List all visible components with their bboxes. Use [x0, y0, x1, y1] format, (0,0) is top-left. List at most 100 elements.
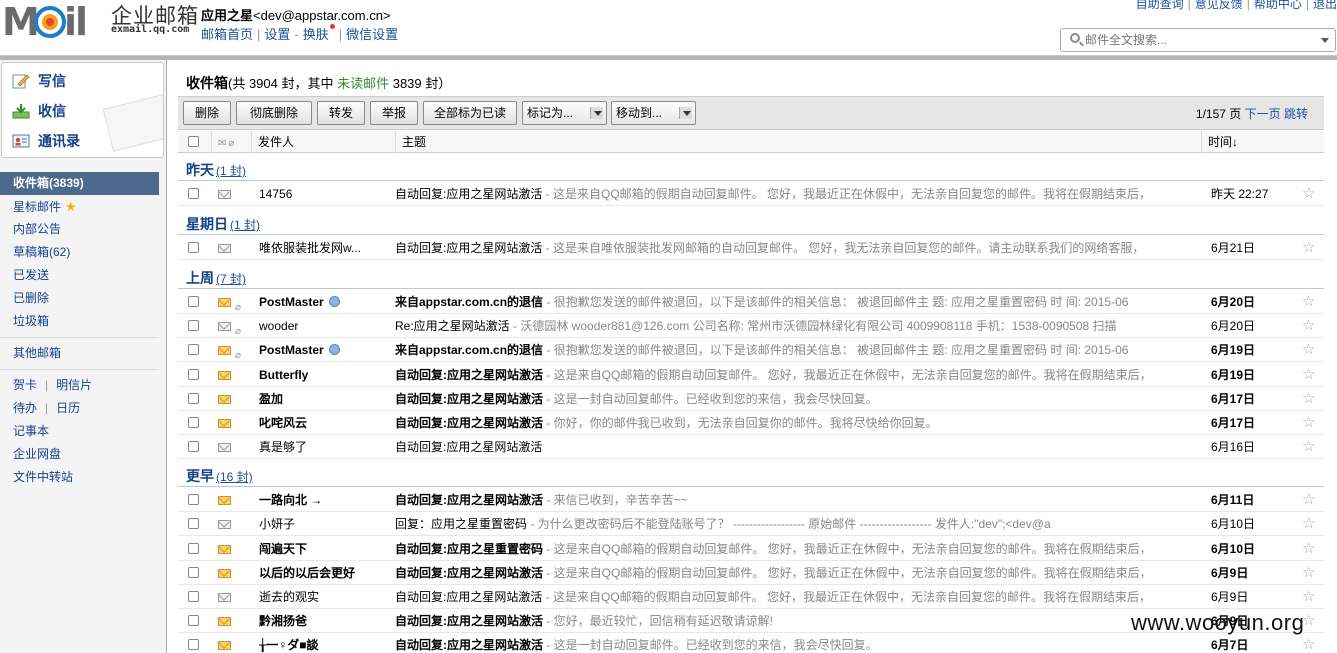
sender[interactable]: 盈加	[259, 387, 389, 411]
sender[interactable]: ╁一♀ダ■談	[259, 633, 389, 653]
link-feedback[interactable]: 意见反馈	[1195, 0, 1243, 11]
sender[interactable]: wooder	[259, 314, 389, 338]
row-checkbox[interactable]	[188, 320, 199, 331]
mail-row[interactable]: ⌀ PostMaster 来自appstar.com.cn的退信 - 很抱歉您发送的…	[178, 290, 1324, 314]
delete-button[interactable]: 删除	[183, 101, 231, 125]
sender[interactable]: 小妍子	[259, 512, 389, 536]
folder-sent[interactable]: 已发送	[0, 264, 166, 287]
star-icon[interactable]: ☆	[1302, 512, 1315, 536]
subject[interactable]: 自动回复:应用之星网站激活 - 来信已收到，辛苦辛苦~~	[395, 488, 1173, 512]
link-logout[interactable]: 退出	[1313, 0, 1337, 11]
search-input[interactable]	[1085, 32, 1315, 48]
folder-drafts[interactable]: 草稿箱(62)	[0, 241, 166, 264]
folder-deleted[interactable]: 已删除	[0, 287, 166, 310]
star-icon[interactable]: ☆	[1302, 411, 1315, 435]
folder-inbox[interactable]: 收件箱(3839)	[0, 172, 159, 195]
nav-settings[interactable]: 设置	[264, 27, 290, 42]
sender[interactable]: 唯依服装批发网w...	[259, 236, 389, 260]
tool-transfer[interactable]: 文件中转站	[0, 466, 166, 489]
sender[interactable]: 以后的以后会更好	[259, 561, 389, 585]
subject[interactable]: 自动回复:应用之星网站激活 - 你好，你的邮件我已收到，无法亲自回复你的邮件。我…	[395, 411, 1173, 435]
folder-notice[interactable]: 内部公告	[0, 218, 166, 241]
row-checkbox[interactable]	[188, 591, 199, 602]
mail-row[interactable]: ╁一♀ダ■談 自动回复:应用之星网站激活 - 这是一封自动回复邮件。已经收到您的来…	[178, 633, 1324, 653]
row-checkbox[interactable]	[188, 494, 199, 505]
header-time[interactable]: 时间↓	[1201, 131, 1324, 153]
header-subject[interactable]: 主题	[395, 131, 1201, 153]
subject[interactable]: 回复：应用之星重置密码 - 为什么更改密码后不能登陆账号了？ ---------…	[395, 512, 1173, 536]
star-icon[interactable]: ☆	[1302, 236, 1315, 260]
mail-row[interactable]: 叱咤风云 自动回复:应用之星网站激活 - 你好，你的邮件我已收到，无法亲自回复你的…	[178, 411, 1324, 435]
tool-calendar[interactable]: 日历	[56, 401, 80, 415]
sender[interactable]: 叱咤风云	[259, 411, 389, 435]
mark-as-select[interactable]: 标记为...	[522, 101, 607, 125]
subject[interactable]: 自动回复:应用之星网站激活 - 这是来自QQ邮箱的假期自动回复邮件。 您好，我最…	[395, 585, 1173, 609]
mail-row[interactable]: 真是够了 自动回复:应用之星网站激活 6月16日 ☆	[178, 435, 1324, 459]
star-icon[interactable]: ☆	[1302, 537, 1315, 561]
report-button[interactable]: 举报	[370, 101, 418, 125]
group-count-link[interactable]: (1 封)	[216, 164, 246, 178]
subject[interactable]: 自动回复:应用之星网站激活 - 这是一封自动回复邮件。已经收到您的来信，我会尽快…	[395, 633, 1173, 653]
sender[interactable]: 闯遍天下	[259, 537, 389, 561]
subject[interactable]: 自动回复:应用之星网站激活	[395, 435, 1173, 459]
mail-row[interactable]: 以后的以后会更好 自动回复:应用之星网站激活 - 这是来自QQ邮箱的假期自动回复邮…	[178, 561, 1324, 585]
mail-row[interactable]: 14756 自动回复:应用之星网站激活 - 这是来自QQ邮箱的假期自动回复邮件。 …	[178, 182, 1324, 206]
subject[interactable]: 自动回复:应用之星重置密码 - 这是来自QQ邮箱的假期自动回复邮件。 您好，我最…	[395, 537, 1173, 561]
subject[interactable]: 来自appstar.com.cn的退信 - 很抱歉您发送的邮件被退回，以下是该邮…	[395, 338, 1173, 362]
perm-delete-button[interactable]: 彻底删除	[236, 101, 312, 125]
star-icon[interactable]: ☆	[1302, 633, 1315, 653]
folder-spam[interactable]: 垃圾箱	[0, 310, 166, 333]
subject[interactable]: 来自appstar.com.cn的退信 - 很抱歉您发送的邮件被退回，以下是该邮…	[395, 290, 1173, 314]
row-checkbox[interactable]	[188, 242, 199, 253]
star-icon[interactable]: ☆	[1302, 488, 1315, 512]
nav-wechat-settings[interactable]: 微信设置	[346, 27, 398, 42]
row-checkbox[interactable]	[188, 615, 199, 626]
scrollbar[interactable]	[1327, 60, 1337, 653]
folder-other[interactable]: 其他邮箱	[0, 342, 166, 365]
sender[interactable]: 黔湘扬爸	[259, 609, 389, 633]
row-checkbox[interactable]	[188, 369, 199, 380]
group-count-link[interactable]: (7 封)	[216, 272, 246, 286]
row-checkbox[interactable]	[188, 393, 199, 404]
row-checkbox[interactable]	[188, 296, 199, 307]
mail-row[interactable]: 一路向北 → 自动回复:应用之星网站激活 - 来信已收到，辛苦辛苦~~ 6月11日 ☆	[178, 488, 1324, 512]
subject[interactable]: 自动回复:应用之星网站激活 - 这是来自唯依服装批发网邮箱的自动回复邮件。 您好…	[395, 236, 1173, 260]
subject[interactable]: 自动回复:应用之星网站激活 - 这是来自QQ邮箱的假期自动回复邮件。 您好，我最…	[395, 561, 1173, 585]
group-count-link[interactable]: (16 封)	[216, 470, 253, 484]
star-icon[interactable]: ☆	[1302, 387, 1315, 411]
unread-mail-link[interactable]: 未读邮件	[337, 76, 389, 91]
subject[interactable]: Re:应用之星网站激活 - 沃德园林 wooder881@126.com 公司名…	[395, 314, 1173, 338]
tool-todo[interactable]: 待办	[13, 401, 37, 415]
star-icon[interactable]: ☆	[1302, 585, 1315, 609]
mail-row[interactable]: 盈加 自动回复:应用之星网站激活 - 这是一封自动回复邮件。已经收到您的来信，我会…	[178, 387, 1324, 411]
mail-row[interactable]: 逝去的观实 自动回复:应用之星网站激活 - 这是来自QQ邮箱的假期自动回复邮件。 …	[178, 585, 1324, 609]
select-all-checkbox[interactable]	[188, 136, 199, 147]
nav-skin[interactable]: 换肤	[303, 27, 329, 42]
tool-postcard[interactable]: 明信片	[56, 378, 92, 392]
row-checkbox[interactable]	[188, 567, 199, 578]
jump-link[interactable]: 跳转	[1284, 107, 1308, 121]
link-self-service[interactable]: 自助查询	[1136, 0, 1184, 11]
sender[interactable]: 一路向北 →	[259, 488, 389, 512]
row-checkbox[interactable]	[188, 518, 199, 529]
nav-home[interactable]: 邮箱首页	[201, 27, 253, 42]
sender[interactable]: 真是够了	[259, 435, 389, 459]
search-box[interactable]	[1060, 28, 1336, 52]
next-page-link[interactable]: 下一页	[1245, 107, 1281, 121]
search-dropdown-icon[interactable]	[1321, 38, 1329, 43]
row-checkbox[interactable]	[188, 441, 199, 452]
star-icon[interactable]: ☆	[1302, 435, 1315, 459]
link-help[interactable]: 帮助中心	[1254, 0, 1302, 11]
sender[interactable]: PostMaster	[259, 338, 389, 362]
mail-row[interactable]: ⌀ wooder Re:应用之星网站激活 - 沃德园林 wooder881@126.…	[178, 314, 1324, 338]
star-icon[interactable]: ☆	[1302, 290, 1315, 314]
mail-row[interactable]: 小妍子 回复：应用之星重置密码 - 为什么更改密码后不能登陆账号了？ ------…	[178, 512, 1324, 536]
row-checkbox[interactable]	[188, 188, 199, 199]
folder-starred[interactable]: 星标邮件 ★	[0, 195, 166, 218]
forward-button[interactable]: 转发	[317, 101, 365, 125]
sender[interactable]: PostMaster	[259, 290, 389, 314]
mail-row[interactable]: 闯遍天下 自动回复:应用之星重置密码 - 这是来自QQ邮箱的假期自动回复邮件。 您…	[178, 537, 1324, 561]
sender[interactable]: 逝去的观实	[259, 585, 389, 609]
subject[interactable]: 自动回复:应用之星网站激活 - 这是来自QQ邮箱的假期自动回复邮件。 您好，我最…	[395, 182, 1173, 206]
mark-all-read-button[interactable]: 全部标为已读	[423, 101, 517, 125]
